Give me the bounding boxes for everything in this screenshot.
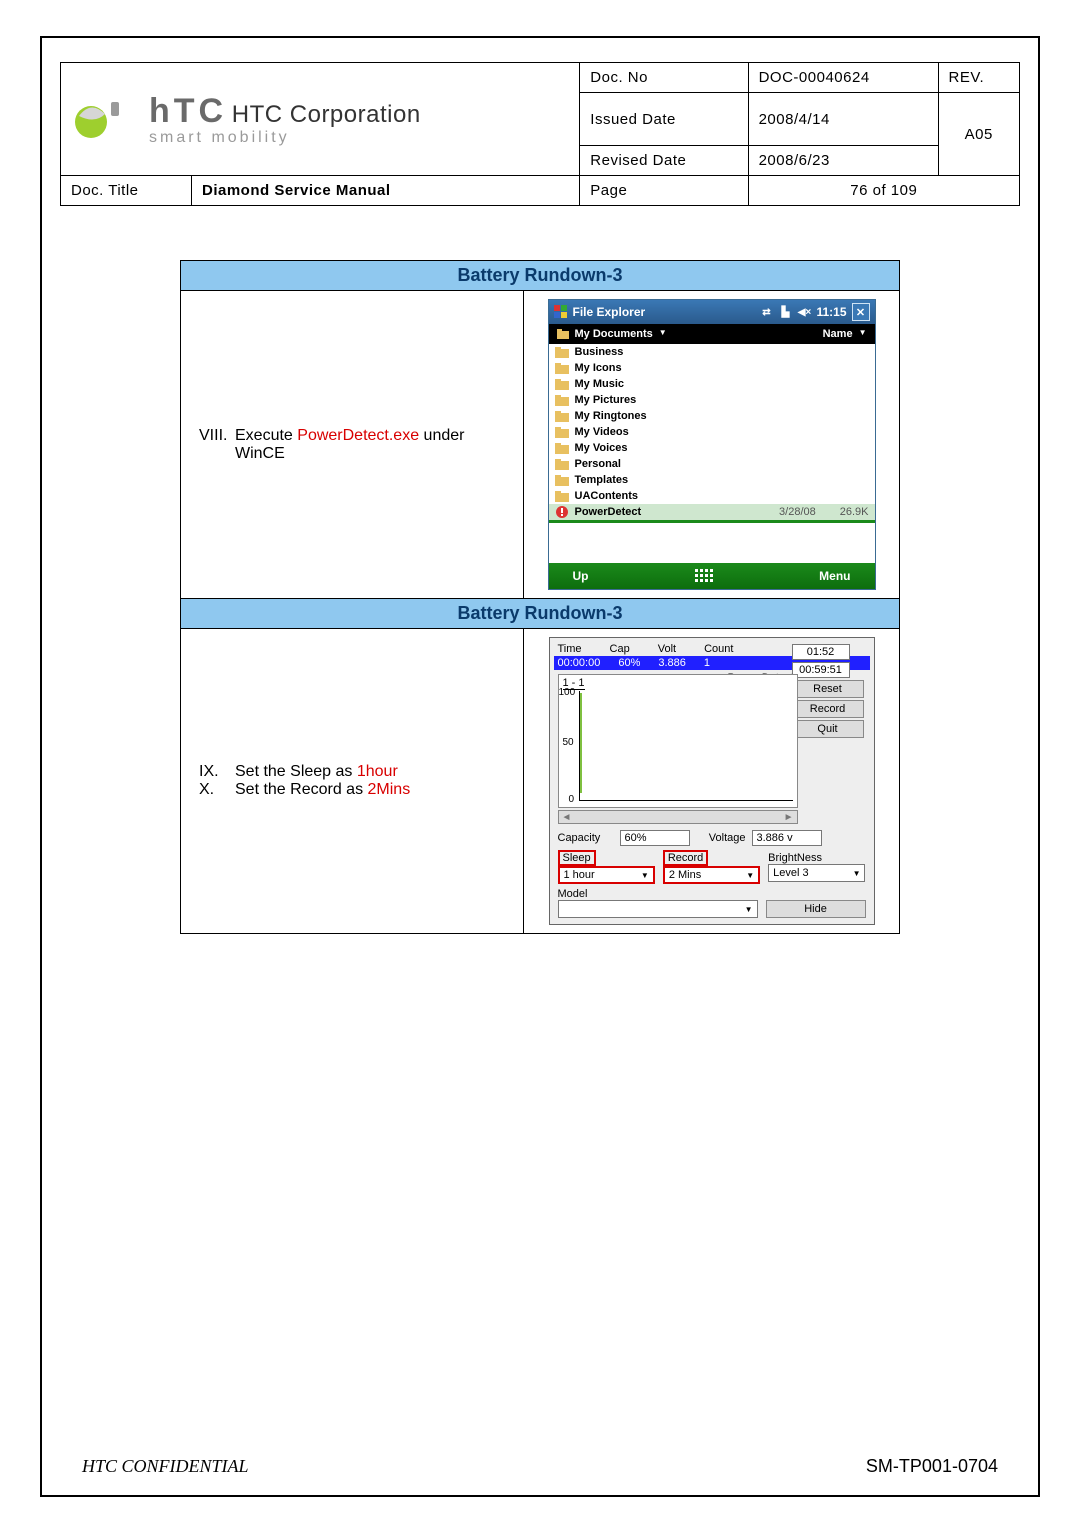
list-item[interactable]: My Music <box>549 376 875 392</box>
revised-date-value: 2008/6/23 <box>748 146 938 176</box>
list-item[interactable]: My Videos <box>549 424 875 440</box>
doc-no-label: Doc. No <box>580 63 748 93</box>
list-item[interactable]: UAContents <box>549 488 875 504</box>
chart-scrollbar[interactable]: ◄► <box>558 810 798 824</box>
capacity-field: 60% <box>620 830 690 846</box>
list-item[interactable]: My Voices <box>549 440 875 456</box>
htc-logo-icon <box>71 94 141 144</box>
page-value: 76 of 109 <box>748 176 1019 206</box>
doc-title-label: Doc. Title <box>61 176 192 206</box>
page-label: Page <box>580 176 748 206</box>
issued-date-label: Issued Date <box>580 93 748 146</box>
keyboard-icon[interactable] <box>695 569 713 583</box>
menu-button[interactable]: Menu <box>819 569 850 583</box>
screenshot-cell-2: Time Cap Volt Count 00:00:00 60% 3.886 1 <box>524 629 900 934</box>
instruction-cell-2: IX.Set the Sleep as 1hour X.Set the Reco… <box>181 629 524 934</box>
volume-icon[interactable]: ◀× <box>797 305 811 319</box>
list-item[interactable]: Templates <box>549 472 875 488</box>
clock-1: 01:52 <box>792 644 850 660</box>
sync-icon[interactable]: ⇄ <box>759 305 773 319</box>
list-item[interactable]: My Pictures <box>549 392 875 408</box>
file-explorer-window: File Explorer ⇄ ▙ ◀× 11:15 ✕ My Document… <box>548 299 876 590</box>
company-name: HTC Corporation <box>232 101 421 128</box>
confidential-note: HTC CONFIDENTIAL <box>82 1456 249 1477</box>
rev-label: REV. <box>938 63 1019 93</box>
model-dropdown[interactable]: ▼ <box>558 900 758 918</box>
screenshot-cell-1: File Explorer ⇄ ▙ ◀× 11:15 ✕ My Document… <box>524 291 900 599</box>
rev-value: A05 <box>938 93 1019 176</box>
issued-date-value: 2008/4/14 <box>748 93 938 146</box>
antenna-icon[interactable]: ▙ <box>778 305 792 319</box>
document-header-table: hTC HTC Corporation smart mobility Doc. … <box>60 62 1020 206</box>
doc-title-value: Diamond Service Manual <box>192 176 580 206</box>
list-item[interactable]: Business <box>549 344 875 360</box>
sleep-dropdown[interactable]: 1 hour▼ <box>558 866 655 884</box>
section-header-1: Battery Rundown-3 <box>181 261 900 291</box>
hide-button[interactable]: Hide <box>766 900 866 918</box>
logo-cell: hTC HTC Corporation smart mobility <box>61 63 580 176</box>
power-detect-chart: 1 - 1 100 50 0 <box>558 674 798 808</box>
brightness-dropdown[interactable]: Level 3▼ <box>768 864 865 882</box>
record-dropdown[interactable]: 2 Mins▼ <box>663 866 760 884</box>
file-explorer-toolbar: Up Menu <box>549 563 875 589</box>
instruction-cell-1: VIII.Execute PowerDetect.exe under WinCE <box>181 291 524 599</box>
section-header-2: Battery Rundown-3 <box>181 599 900 629</box>
page-footer: HTC CONFIDENTIAL SM-TP001-0704 <box>82 1456 998 1477</box>
up-button[interactable]: Up <box>573 569 589 583</box>
list-item[interactable]: My Ringtones <box>549 408 875 424</box>
file-list: BusinessMy IconsMy MusicMy PicturesMy Ri… <box>549 344 875 520</box>
file-explorer-path-bar: My Documents▼ Name▼ <box>549 324 875 344</box>
tagline: smart mobility <box>149 129 421 147</box>
close-icon[interactable]: ✕ <box>852 303 870 321</box>
document-code: SM-TP001-0704 <box>866 1456 998 1477</box>
voltage-field: 3.886 v <box>752 830 822 846</box>
windows-flag-icon <box>554 305 568 319</box>
revised-date-label: Revised Date <box>580 146 748 176</box>
list-item-selected[interactable]: PowerDetect3/28/0826.9K <box>549 504 875 520</box>
power-detect-window: Time Cap Volt Count 00:00:00 60% 3.886 1 <box>549 637 875 925</box>
file-explorer-titlebar: File Explorer ⇄ ▙ ◀× 11:15 ✕ <box>549 300 875 324</box>
list-item[interactable]: Personal <box>549 456 875 472</box>
folder-icon <box>557 328 569 340</box>
content-table: Battery Rundown-3 VIII.Execute PowerDete… <box>180 260 900 934</box>
list-item[interactable]: My Icons <box>549 360 875 376</box>
doc-no-value: DOC-00040624 <box>748 63 938 93</box>
